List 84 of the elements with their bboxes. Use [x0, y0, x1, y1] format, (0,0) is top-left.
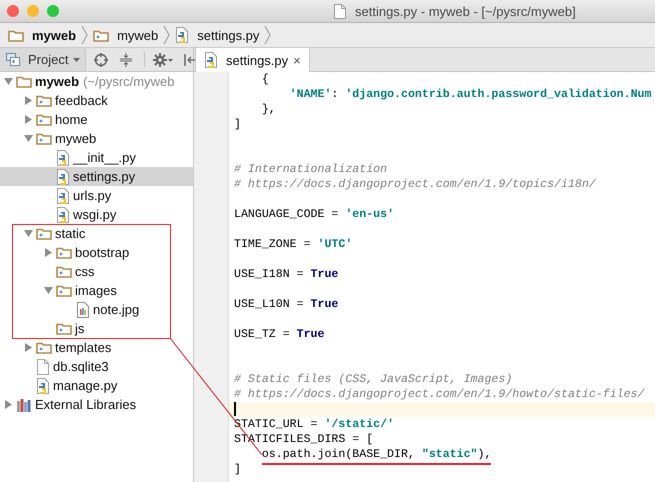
tree-item[interactable]: __init__.py — [0, 148, 193, 167]
code-line: USE_L10N = True — [234, 297, 338, 312]
python-file-icon — [56, 150, 70, 166]
collapsed-arrow-icon[interactable] — [24, 115, 32, 124]
code-line: { — [260, 72, 269, 87]
python-file-icon — [175, 27, 190, 43]
folder-icon — [56, 246, 72, 259]
code-line: # https://docs.djangoproject.com/en/1.9/howto/static-files/ — [234, 387, 644, 402]
python-file-icon — [56, 168, 70, 184]
code-line: LANGUAGE_CODE = 'en-us' — [234, 207, 394, 222]
tree-item[interactable]: myweb — [0, 129, 193, 148]
folder-icon — [36, 341, 52, 354]
breadcrumb-item[interactable]: settings.py — [173, 27, 262, 43]
chevron-icon — [163, 25, 170, 45]
code-line: 'NAME': 'django.contrib.auth.password_validation.Num — [288, 87, 652, 102]
python-file-icon — [56, 188, 70, 204]
code-line: USE_TZ = True — [234, 327, 324, 342]
expanded-arrow-icon[interactable] — [44, 286, 52, 295]
tree-item[interactable]: myweb (~/pysrc/myweb — [0, 72, 193, 91]
folder-icon — [56, 265, 72, 278]
folder-icon — [36, 113, 52, 126]
pin-left-icon[interactable] — [184, 52, 198, 66]
tree-item[interactable]: images — [0, 281, 193, 300]
editor-tab[interactable]: settings.py × — [195, 48, 310, 72]
tree-item[interactable]: feedback — [0, 91, 193, 110]
code-line: USE_I18N = True — [234, 267, 338, 282]
caret-icon — [73, 58, 80, 62]
tree-item[interactable]: External Libraries — [0, 395, 193, 414]
file-icon — [36, 358, 50, 374]
tree-item[interactable]: wsgi.py — [0, 205, 193, 224]
collapsed-arrow-icon[interactable] — [4, 400, 12, 409]
code-line: # https://docs.djangoproject.com/en/1.9/topics/i18n/ — [234, 177, 596, 192]
collapsed-arrow-icon[interactable] — [24, 96, 32, 105]
image-file-icon — [76, 302, 90, 318]
collapsed-arrow-icon[interactable] — [24, 343, 32, 352]
python-file-icon — [56, 206, 70, 222]
breadcrumb-item[interactable]: myweb — [6, 28, 78, 42]
folder-icon — [56, 284, 72, 297]
tree-item[interactable]: js — [0, 319, 193, 338]
tree-item[interactable]: note.jpg — [0, 300, 193, 319]
chevron-icon — [81, 25, 88, 45]
close-button[interactable]: × — [293, 52, 301, 68]
breadcrumb-item[interactable]: myweb — [91, 28, 160, 42]
tree-item[interactable]: manage.py — [0, 376, 193, 395]
folder-icon — [93, 28, 110, 42]
python-file-icon — [36, 378, 50, 394]
code-line: TIME_ZONE = 'UTC' — [234, 237, 352, 252]
project-view-icon — [6, 53, 20, 66]
window-close-button[interactable] — [7, 5, 19, 17]
view-selector[interactable]: Project — [0, 48, 86, 71]
tree-item[interactable]: css — [0, 262, 193, 281]
tree-item[interactable]: urls.py — [0, 186, 193, 205]
window-zoom-button[interactable] — [47, 5, 59, 17]
expanded-arrow-icon[interactable] — [24, 229, 32, 238]
code-line: # Static files (CSS, JavaScript, Images) — [234, 372, 512, 387]
code-line: }, — [260, 102, 276, 117]
crosshair-icon[interactable] — [94, 52, 108, 66]
folder-icon — [16, 75, 32, 88]
code-line: ] — [234, 117, 241, 132]
code-line: os.path.join(BASE_DIR, "static"), — [260, 447, 492, 462]
code-line: # Internationalization — [234, 162, 388, 177]
tree-item[interactable]: db.sqlite3 — [0, 357, 193, 376]
chevron-icon — [264, 25, 272, 45]
folder-icon — [36, 227, 52, 240]
code-line: ] — [234, 462, 241, 477]
window-title: settings.py - myweb - [~/pysrc/myweb] — [355, 4, 576, 18]
collapsed-arrow-icon[interactable] — [44, 248, 52, 257]
folder-icon — [56, 322, 72, 335]
folder-icon — [36, 132, 52, 145]
expanded-arrow-icon[interactable] — [4, 77, 12, 86]
tree-item[interactable]: static — [0, 224, 193, 243]
tree-item[interactable]: settings.py — [0, 167, 193, 186]
gear-icon[interactable] — [153, 52, 173, 66]
collapse-icon[interactable] — [119, 52, 133, 66]
document-icon — [334, 4, 346, 18]
books-icon — [16, 398, 32, 412]
expanded-arrow-icon[interactable] — [24, 134, 32, 143]
tree-item[interactable]: bootstrap — [0, 243, 193, 262]
folder-icon — [8, 28, 24, 42]
folder-icon — [36, 94, 52, 107]
python-file-icon — [204, 52, 218, 68]
tree-item[interactable]: home — [0, 110, 193, 129]
text-caret — [234, 402, 236, 416]
tree-item[interactable]: templates — [0, 338, 193, 357]
